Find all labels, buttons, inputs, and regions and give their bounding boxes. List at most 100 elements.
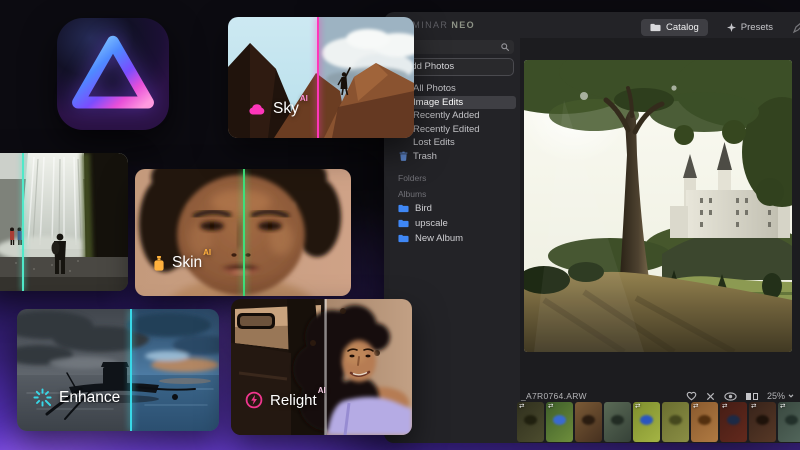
filmstrip-thumbnail[interactable]: ⇄ bbox=[720, 402, 747, 442]
edited-badge: ⇄ bbox=[780, 403, 786, 410]
relight-before-after-divider[interactable] bbox=[325, 299, 327, 435]
filmstrip-thumbnail[interactable]: ⇄ bbox=[604, 402, 631, 442]
folders-section-header[interactable]: Folders bbox=[398, 173, 426, 183]
filmstrip-thumbnail[interactable]: ⇄ bbox=[546, 402, 573, 442]
edited-badge: ⇄ bbox=[519, 403, 525, 410]
edited-badge: ⇄ bbox=[693, 403, 699, 410]
skin-ai-feature-card[interactable]: SkinAI bbox=[135, 169, 351, 296]
topbar: Catalog Presets bbox=[641, 19, 800, 36]
relight-label-text: RelightAI bbox=[270, 385, 326, 409]
waterfall-scene bbox=[0, 153, 128, 291]
luminar-neo-window: LUMINAR NEO Catalog Presets Add Photos Al… bbox=[384, 12, 800, 443]
magnifier-icon bbox=[501, 42, 510, 51]
sky-card-label: SkyAI bbox=[248, 94, 308, 118]
boat-lake-scene bbox=[17, 309, 219, 431]
luminar-neo-app-icon[interactable] bbox=[57, 18, 169, 130]
trash-icon bbox=[399, 151, 407, 162]
bolt-circle-icon bbox=[245, 391, 263, 409]
album-label: Bird bbox=[415, 203, 432, 214]
bird-shape bbox=[785, 415, 798, 425]
blue-folder-icon bbox=[398, 204, 409, 213]
waterfall-card[interactable] bbox=[0, 153, 128, 291]
bird-shape bbox=[669, 415, 682, 425]
edited-badge: ⇄ bbox=[548, 403, 554, 410]
cloud-icon bbox=[249, 104, 265, 115]
filmstrip-thumbnail[interactable]: ⇄ bbox=[517, 402, 544, 442]
brand-neo: NEO bbox=[451, 20, 476, 30]
promo-canvas: LUMINAR NEO Catalog Presets Add Photos Al… bbox=[0, 0, 800, 450]
skin-label-text: SkinAI bbox=[172, 248, 212, 271]
edited-badge: ⇄ bbox=[751, 403, 757, 410]
enhance-label-text: Enhance bbox=[59, 388, 121, 406]
bird-shape bbox=[640, 415, 653, 425]
album-item-bird[interactable]: Bird bbox=[398, 202, 432, 215]
photo-viewer: _A7R0764.ARW 25% ⇄ ⇄ ⇄ ⇄ ⇄ ⇄ ⇄ bbox=[517, 38, 800, 443]
enhance-feature-card[interactable]: Enhance bbox=[17, 309, 219, 431]
presets-tab-label: Presets bbox=[740, 22, 773, 33]
presets-tab[interactable]: Presets bbox=[718, 19, 782, 36]
relight-ai-feature-card[interactable]: RelightAI bbox=[231, 299, 412, 435]
bottle-icon bbox=[154, 255, 164, 271]
sky-label-text: SkyAI bbox=[273, 94, 308, 117]
viewer-toolbar: _A7R0764.ARW 25% bbox=[521, 389, 794, 403]
filmstrip-thumbnail[interactable]: ⇄ bbox=[575, 402, 602, 442]
enhance-card-label: Enhance bbox=[33, 388, 120, 407]
ai-superscript: AI bbox=[317, 385, 326, 395]
bird-shape bbox=[727, 415, 740, 425]
penrose-triangle-logo bbox=[72, 35, 154, 109]
filmstrip-thumbnail[interactable]: ⇄ bbox=[633, 402, 660, 442]
sidebar-item-label: Lost Edits bbox=[413, 137, 455, 149]
heart-icon[interactable] bbox=[686, 391, 697, 401]
main-photo-castle[interactable] bbox=[524, 60, 792, 352]
album-item-new-album[interactable]: New Album bbox=[398, 232, 463, 245]
bird-shape bbox=[756, 415, 769, 425]
edit-partial-icon[interactable] bbox=[792, 22, 800, 34]
skin-card-label: SkinAI bbox=[153, 248, 212, 272]
enhance-before-after-divider[interactable] bbox=[130, 309, 133, 431]
compare-squares-icon[interactable] bbox=[746, 392, 758, 400]
bird-shape bbox=[553, 415, 566, 425]
albums-section-header[interactable]: Albums bbox=[398, 189, 426, 199]
sparkle-icon bbox=[726, 23, 736, 32]
album-label: New Album bbox=[415, 233, 464, 244]
waterfall-before-after-divider[interactable] bbox=[22, 153, 24, 291]
sky-card-scene bbox=[228, 17, 414, 138]
trash-icon-wrap bbox=[398, 151, 408, 162]
sky-ai-feature-card[interactable]: SkyAI bbox=[228, 17, 414, 138]
album-label: upscale bbox=[415, 218, 448, 229]
catalog-tab[interactable]: Catalog bbox=[641, 19, 708, 36]
filmstrip-thumbnail[interactable]: ⇄ bbox=[749, 402, 776, 442]
zoom-level: 25% bbox=[766, 391, 785, 401]
car-portrait-scene bbox=[231, 299, 412, 435]
sidebar-item-trash[interactable]: Trash bbox=[392, 150, 516, 164]
sidebar-item-label: Trash bbox=[413, 150, 437, 162]
album-item-upscale[interactable]: upscale bbox=[398, 217, 448, 230]
blue-folder-icon bbox=[398, 234, 409, 243]
chevron-down-icon bbox=[788, 394, 794, 398]
skin-before-after-divider[interactable] bbox=[243, 169, 245, 296]
ai-superscript: AI bbox=[203, 248, 212, 257]
x-reject-icon[interactable] bbox=[706, 392, 715, 401]
sidebar-item-lost-edits[interactable]: Lost Edits bbox=[392, 136, 516, 150]
photo-filename: _A7R0764.ARW bbox=[521, 391, 587, 401]
catalog-tab-label: Catalog bbox=[666, 22, 699, 33]
castle-photo-rendering bbox=[524, 60, 792, 352]
filmstrip-thumbnail[interactable]: ⇄ bbox=[691, 402, 718, 442]
blue-folder-icon bbox=[398, 219, 409, 228]
folder-icon bbox=[650, 23, 661, 32]
sidebar-item-label: Recently Edited bbox=[413, 123, 480, 135]
eye-icon[interactable] bbox=[724, 391, 738, 401]
ai-superscript: AI bbox=[299, 94, 308, 103]
bird-shape bbox=[698, 415, 711, 425]
bird-shape bbox=[611, 415, 624, 425]
edited-badge: ⇄ bbox=[635, 403, 641, 410]
filmstrip: ⇄ ⇄ ⇄ ⇄ ⇄ ⇄ ⇄ ⇄ ⇄ ⇄ bbox=[517, 402, 800, 442]
filmstrip-thumbnail[interactable]: ⇄ bbox=[778, 402, 800, 442]
relight-card-label: RelightAI bbox=[245, 385, 326, 409]
sidebar-item-label: Image Edits bbox=[413, 96, 464, 108]
zoom-control[interactable]: 25% bbox=[767, 391, 794, 401]
filmstrip-thumbnail[interactable]: ⇄ bbox=[662, 402, 689, 442]
bird-shape bbox=[524, 415, 537, 425]
viewer-tool-icons: 25% bbox=[686, 391, 794, 401]
sky-before-after-divider[interactable] bbox=[317, 17, 320, 138]
